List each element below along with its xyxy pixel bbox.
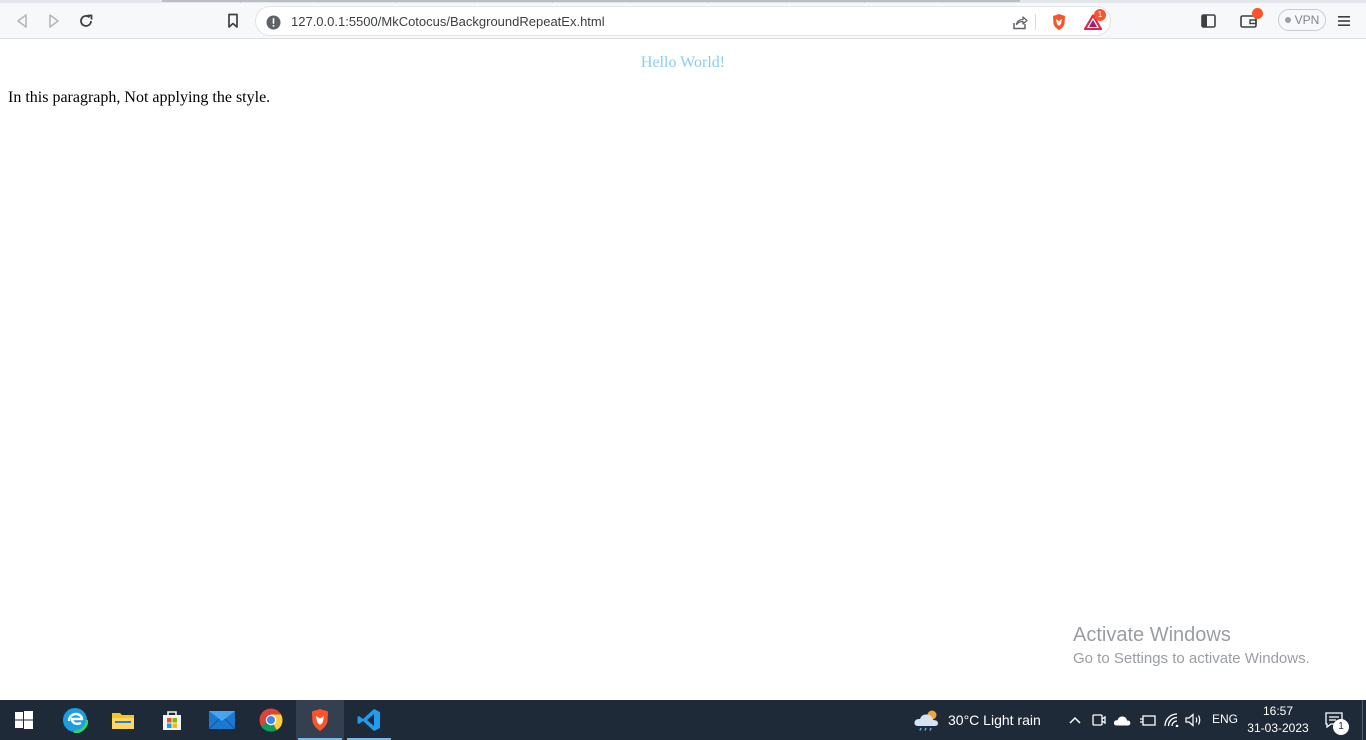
notification-count-badge: 1 <box>1333 719 1349 735</box>
battery-button[interactable] <box>1138 711 1156 729</box>
watermark-subtitle: Go to Settings to activate Windows. <box>1073 650 1310 667</box>
vpn-label: VPN <box>1294 13 1320 27</box>
brave-shields-icon <box>1053 14 1065 30</box>
site-info-icon <box>266 15 280 29</box>
show-hidden-icons-button[interactable] <box>1066 711 1084 729</box>
vscode-icon <box>357 709 380 731</box>
vpn-button[interactable]: VPN <box>1278 9 1326 31</box>
volume-button[interactable] <box>1185 711 1203 729</box>
chrome-icon <box>259 708 283 732</box>
mail-icon <box>209 711 235 729</box>
browser-toolbar: 127.0.0.1:5500/MkCotocus/BackgroundRepea… <box>0 3 1366 39</box>
taskbar-vscode[interactable] <box>345 700 393 740</box>
bookmark-icon <box>228 13 238 28</box>
watermark-title: Activate Windows <box>1073 624 1231 646</box>
clock-date: 31-03-2023 <box>1247 721 1309 735</box>
file-explorer-icon <box>112 713 134 729</box>
taskbar-edge[interactable] <box>51 700 99 740</box>
taskbar-mail[interactable] <box>198 700 246 740</box>
onedrive-cloud-icon <box>1113 715 1131 725</box>
rewards-badge: 1 <box>1094 9 1106 21</box>
share-icon <box>1013 15 1028 29</box>
vpn-status-icon <box>1284 17 1291 23</box>
forward-button[interactable] <box>41 8 67 34</box>
show-desktop-button[interactable] <box>1362 700 1366 740</box>
share-button[interactable] <box>1009 11 1031 33</box>
forward-icon <box>49 14 59 28</box>
page-heading: Hello World! <box>640 54 726 71</box>
reload-button[interactable] <box>73 8 99 34</box>
address-bar[interactable]: 127.0.0.1:5500/MkCotocus/BackgroundRepea… <box>255 6 1111 36</box>
start-button[interactable] <box>0 700 48 740</box>
url-text[interactable]: 127.0.0.1:5500/MkCotocus/BackgroundRepea… <box>291 14 605 29</box>
activate-windows-watermark: Activate Windows Go to Settings to activ… <box>1073 623 1310 670</box>
paragraph-text: In this paragraph, Not applying the styl… <box>8 89 271 106</box>
language-indicator[interactable]: ENG <box>1212 712 1238 726</box>
sidebar-button[interactable] <box>1195 8 1221 34</box>
sidebar-icon <box>1200 14 1216 28</box>
menu-icon <box>1338 16 1350 26</box>
meet-now-icon <box>1092 714 1106 726</box>
taskbar-chrome[interactable] <box>247 700 295 740</box>
weather-widget-icon[interactable] <box>913 709 941 731</box>
store-icon <box>163 711 181 730</box>
bookmark-button[interactable] <box>220 8 246 34</box>
meet-now-button[interactable] <box>1090 711 1108 729</box>
cloud-rain-icon <box>914 710 938 731</box>
start-icon <box>15 711 33 729</box>
brave-shields-button[interactable] <box>1048 11 1070 33</box>
speaker-icon <box>1185 713 1201 727</box>
taskbar-file-explorer[interactable] <box>99 700 147 740</box>
main-menu-button[interactable] <box>1331 8 1357 34</box>
back-button[interactable] <box>9 8 35 34</box>
taskbar-store[interactable] <box>148 700 196 740</box>
page-content: Hello World! In this paragraph, Not appl… <box>0 40 1366 700</box>
clock-time: 16:57 <box>1262 704 1294 718</box>
wallet-notification-dot <box>1252 8 1263 19</box>
back-icon <box>17 14 27 28</box>
wifi-icon <box>1164 713 1179 727</box>
network-button[interactable] <box>1163 711 1181 729</box>
power-plug-icon <box>1139 714 1156 726</box>
onedrive-button[interactable] <box>1113 711 1131 729</box>
brave-icon <box>312 709 328 731</box>
weather-text[interactable]: 30°C Light rain <box>948 712 1041 728</box>
reload-icon <box>80 14 93 27</box>
edge-icon <box>62 707 88 733</box>
site-info-button[interactable] <box>262 11 284 33</box>
taskbar-brave[interactable] <box>296 700 344 740</box>
clock[interactable]: 16:57 31-03-2023 <box>1240 703 1316 737</box>
chevron-up-icon <box>1069 716 1081 724</box>
taskbar: 30°C Light rain ENG 16:57 31-03-2023 <box>0 700 1366 740</box>
